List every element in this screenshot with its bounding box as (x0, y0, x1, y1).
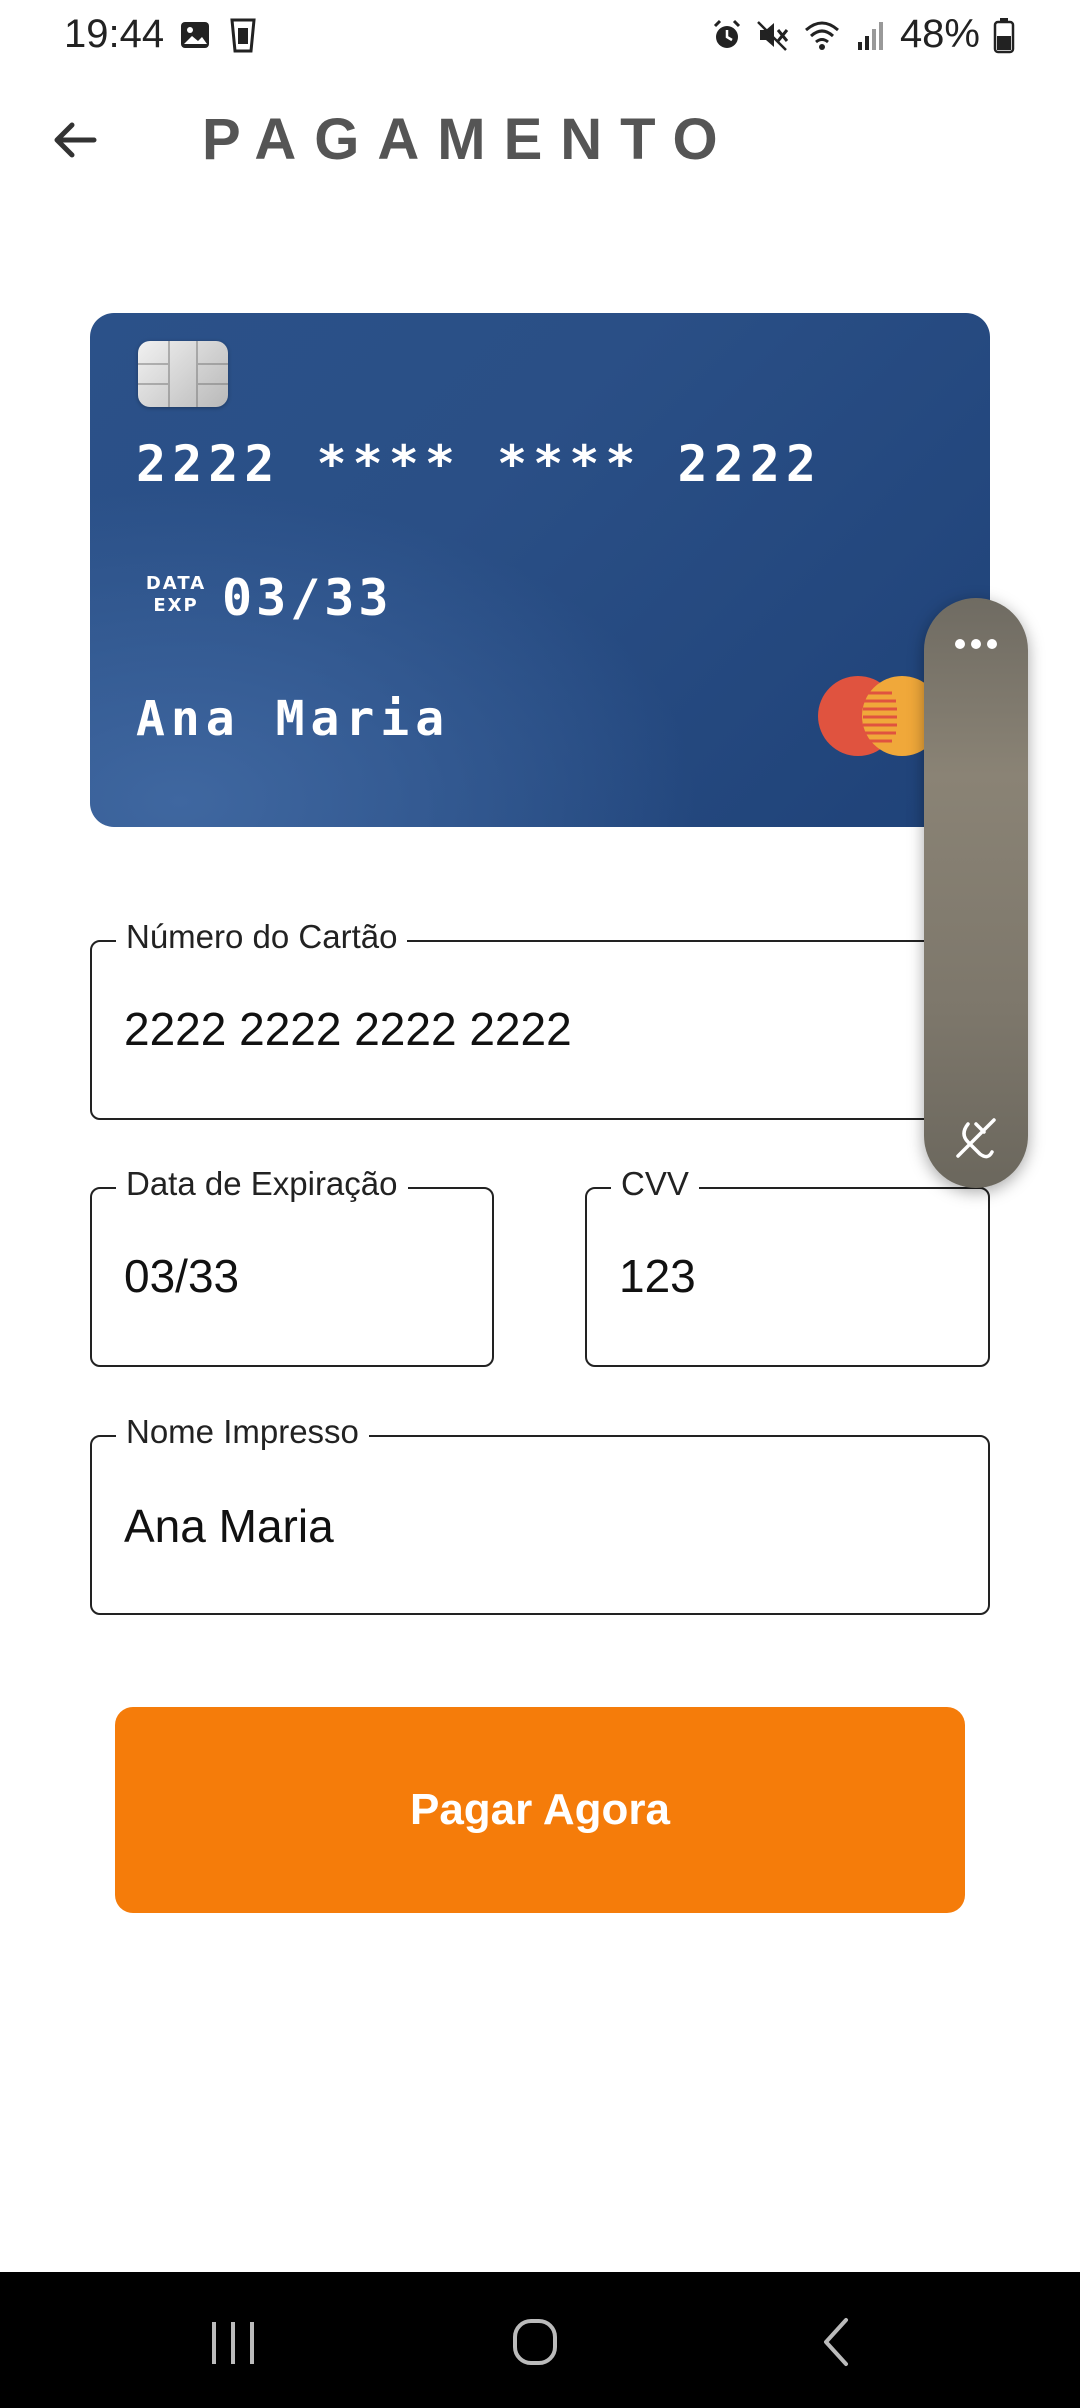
card-exp-display: 03/33 (222, 569, 393, 627)
cvv-input[interactable]: 123 (619, 1249, 696, 1303)
exp-label: DATA EXP (136, 573, 216, 617)
arrow-left-icon (54, 122, 97, 158)
page-title: PAGAMENTO (202, 107, 736, 172)
signal-icon (854, 16, 888, 54)
status-bar: 19:44 48% (0, 0, 1080, 72)
cup-icon (226, 16, 260, 54)
cvv-field[interactable]: CVV 123 (585, 1165, 990, 1367)
card-number-input[interactable]: 2222 2222 2222 2222 (124, 1002, 572, 1056)
pay-now-label: Pagar Agora (409, 1785, 670, 1834)
expiration-label: Data de Expiração (116, 1165, 408, 1203)
system-nav-bar (0, 2272, 1080, 2408)
recents-icon[interactable] (188, 2302, 278, 2382)
exp-label-top: DATA (145, 573, 207, 594)
status-right: 48% (710, 12, 1016, 57)
mute-icon (756, 16, 790, 54)
chip-icon (138, 341, 228, 407)
battery-icon (992, 16, 1016, 54)
pay-now-button[interactable]: Pagar Agora (115, 1707, 965, 1913)
status-time: 19:44 (64, 12, 165, 56)
expiration-field[interactable]: Data de Expiração 03/33 (90, 1165, 494, 1367)
more-dots-icon[interactable] (946, 620, 1006, 668)
card-preview: 2222 **** **** 2222 DATA EXP 03/33 Ana M… (90, 313, 990, 827)
name-field[interactable]: Nome Impresso Ana Maria (90, 1413, 990, 1615)
status-left-icons (178, 16, 260, 54)
alarm-icon (710, 16, 744, 54)
back-button[interactable] (46, 108, 110, 172)
battery-percent: 48% (899, 12, 980, 56)
exp-label-bottom: EXP (153, 595, 199, 616)
cvv-label: CVV (611, 1165, 699, 1203)
home-icon[interactable] (490, 2302, 580, 2382)
back-icon[interactable] (792, 2302, 882, 2382)
card-holder-display: Ana Maria (136, 691, 451, 747)
expiration-input[interactable]: 03/33 (124, 1249, 239, 1303)
name-input[interactable]: Ana Maria (124, 1499, 334, 1553)
name-label: Nome Impresso (116, 1413, 369, 1451)
card-number-display: 2222 **** **** 2222 (136, 435, 822, 493)
wifi-icon (802, 16, 842, 54)
floating-overlay-panel[interactable] (924, 598, 1028, 1188)
card-number-field[interactable]: Número do Cartão 2222 2222 2222 2222 (90, 918, 990, 1120)
hide-icon[interactable] (946, 1110, 1006, 1170)
card-number-label: Número do Cartão (116, 918, 408, 956)
image-icon (178, 16, 212, 54)
